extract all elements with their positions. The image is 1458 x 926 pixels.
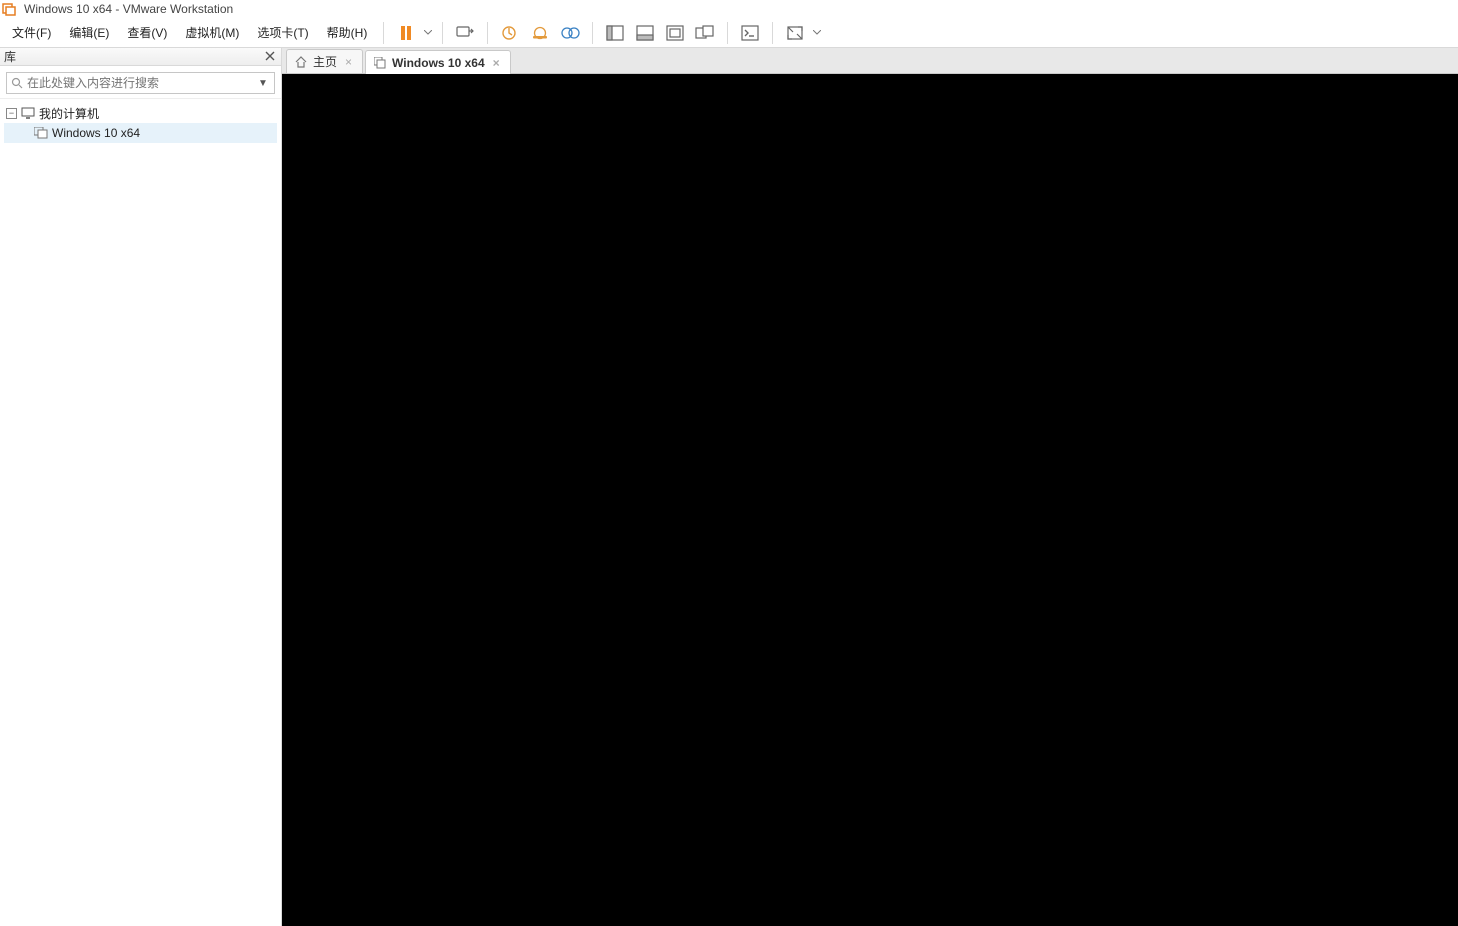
toggle-sidebar-button[interactable] — [601, 20, 629, 46]
vm-icon — [34, 127, 48, 139]
tab-close-button[interactable]: × — [491, 56, 502, 70]
library-search[interactable]: ▼ — [6, 72, 275, 94]
library-sidebar: 库 ▼ − — [0, 48, 282, 926]
menu-edit[interactable]: 编辑(E) — [61, 20, 117, 45]
tree-root-my-computer[interactable]: − 我的计算机 — [4, 103, 277, 123]
stretch-guest-button[interactable] — [661, 20, 689, 46]
fullscreen-button[interactable] — [781, 20, 809, 46]
toolbar-separator — [772, 22, 773, 44]
console-view-button[interactable] — [736, 20, 764, 46]
menubar: 文件(F) 编辑(E) 查看(V) 虚拟机(M) 选项卡(T) 帮助(H) — [0, 18, 1458, 48]
manage-snapshot-icon — [560, 25, 580, 41]
tabstrip: 主页 × Windows 10 x64 × — [282, 48, 1458, 74]
tab-windows10[interactable]: Windows 10 x64 × — [365, 50, 511, 74]
sidebar-toggle-icon — [606, 25, 624, 41]
chevron-down-icon — [813, 30, 821, 35]
close-library-button[interactable] — [263, 50, 277, 64]
window-title: Windows 10 x64 - VMware Workstation — [24, 2, 233, 16]
chevron-down-icon — [424, 30, 432, 35]
snapshot-icon — [501, 25, 519, 41]
library-header: 库 — [0, 48, 281, 66]
vm-icon — [374, 57, 386, 69]
menu-file[interactable]: 文件(F) — [4, 20, 59, 45]
toolbar-separator — [487, 22, 488, 44]
library-title: 库 — [4, 48, 16, 65]
main-area: 主页 × Windows 10 x64 × — [282, 48, 1458, 926]
tree-item-windows10[interactable]: Windows 10 x64 — [4, 123, 277, 143]
thumbnail-bar-icon — [636, 25, 654, 41]
single-window-icon — [666, 25, 684, 41]
revert-snapshot-icon — [531, 25, 549, 41]
toggle-thumbnail-button[interactable] — [631, 20, 659, 46]
content-area: 库 ▼ − — [0, 48, 1458, 926]
menu-vm[interactable]: 虚拟机(M) — [177, 20, 247, 45]
send-ctrl-alt-del-button[interactable] — [451, 20, 479, 46]
library-search-input[interactable] — [23, 76, 256, 90]
library-tree: − 我的计算机 Windows 10 x64 — [0, 99, 281, 147]
pause-button[interactable] — [392, 20, 420, 46]
toolbar-separator — [442, 22, 443, 44]
power-dropdown[interactable] — [422, 30, 434, 35]
fullscreen-dropdown[interactable] — [811, 30, 823, 35]
tab-label: 主页 — [313, 53, 337, 70]
revert-snapshot-button[interactable] — [526, 20, 554, 46]
pause-icon — [399, 25, 413, 41]
quick-switch-icon — [741, 25, 759, 41]
home-icon — [295, 56, 307, 68]
keyboard-send-icon — [456, 25, 474, 41]
titlebar: Windows 10 x64 - VMware Workstation — [0, 0, 1458, 18]
take-snapshot-button[interactable] — [496, 20, 524, 46]
search-icon — [11, 77, 23, 89]
search-dropdown[interactable]: ▼ — [256, 78, 270, 89]
multiple-monitors-button[interactable] — [691, 20, 719, 46]
toolbar-separator — [592, 22, 593, 44]
toolbar-separator — [727, 22, 728, 44]
library-search-wrap: ▼ — [0, 66, 281, 99]
menu-view[interactable]: 查看(V) — [119, 20, 175, 45]
monitor-icon — [21, 107, 35, 119]
toolbar-separator — [383, 22, 384, 44]
tab-close-button[interactable]: × — [343, 55, 354, 69]
app-icon — [2, 2, 16, 16]
close-icon — [265, 51, 275, 61]
tab-label: Windows 10 x64 — [392, 56, 485, 70]
tree-root-label: 我的计算机 — [39, 105, 99, 122]
menu-tabs[interactable]: 选项卡(T) — [249, 20, 316, 45]
tree-item-label: Windows 10 x64 — [52, 126, 140, 140]
tree-collapse-toggle[interactable]: − — [6, 108, 17, 119]
menu-help[interactable]: 帮助(H) — [319, 20, 376, 45]
fullscreen-icon — [786, 25, 804, 41]
manage-snapshot-button[interactable] — [556, 20, 584, 46]
vm-viewport[interactable] — [282, 74, 1458, 926]
tab-home[interactable]: 主页 × — [286, 49, 363, 73]
multi-window-icon — [695, 25, 715, 41]
